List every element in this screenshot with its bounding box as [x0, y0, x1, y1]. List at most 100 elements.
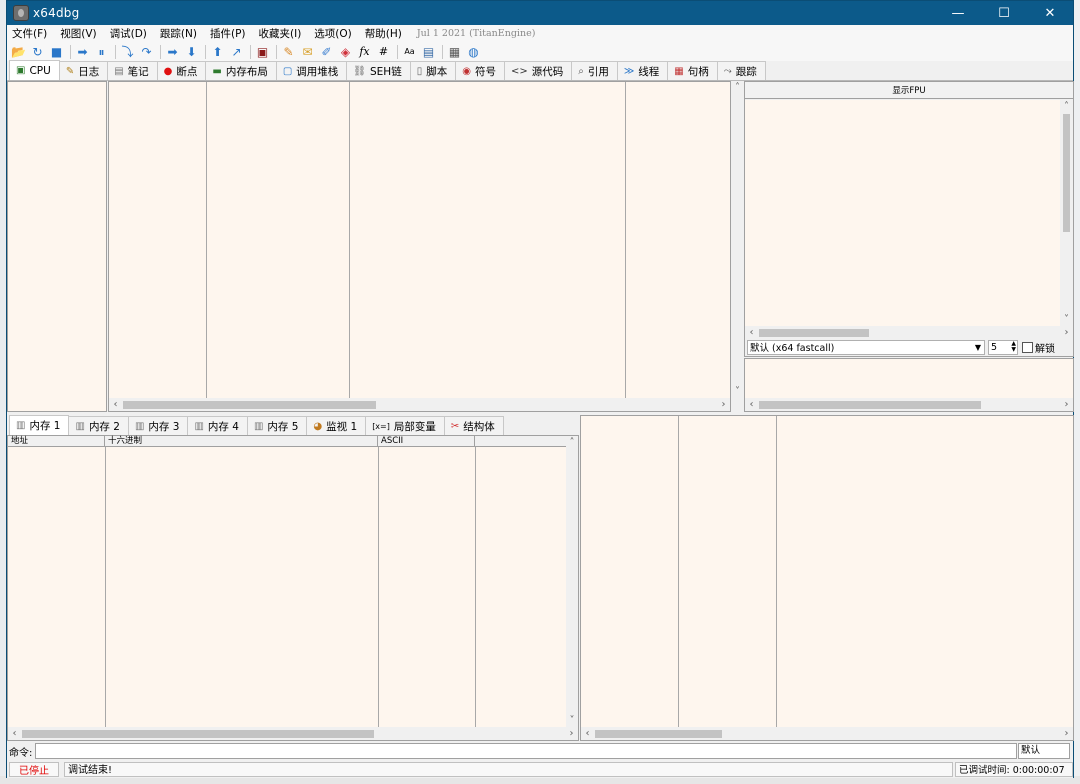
hash-icon[interactable]: #	[375, 43, 392, 60]
restart-icon[interactable]: ↻	[29, 43, 46, 60]
scroll-thumb[interactable]	[759, 401, 981, 409]
argument-count-spinbox[interactable]: 5 ▲ ▼	[988, 339, 1018, 355]
tab-dump-5[interactable]: ▥ 内存 5	[246, 416, 308, 435]
column-address[interactable]: 地址	[8, 436, 105, 447]
column-extra[interactable]	[475, 436, 568, 447]
unlock-checkbox[interactable]	[1022, 341, 1033, 353]
strings-icon[interactable]: Aa	[401, 43, 418, 60]
trace-into-icon[interactable]: ➡	[164, 43, 181, 60]
command-input[interactable]	[35, 743, 1017, 759]
dump-hscrollbar[interactable]: ‹ ›	[8, 727, 578, 740]
menu-plugins[interactable]: 插件(P)	[210, 26, 246, 41]
trace-over-icon[interactable]: ⬇	[183, 43, 200, 60]
comment-icon[interactable]: ✉	[299, 43, 316, 60]
globe-icon[interactable]: ◍	[465, 43, 482, 60]
column-hex[interactable]: 十六进制	[105, 436, 378, 447]
scroll-right-icon[interactable]: ›	[717, 398, 730, 411]
scroll-up-icon[interactable]: ˄	[1060, 100, 1073, 113]
label-icon[interactable]: ✐	[318, 43, 335, 60]
tab-dump-1[interactable]: ▥ 内存 1	[9, 415, 70, 435]
tab-threads[interactable]: ≫ 线程	[616, 61, 669, 80]
scroll-down-icon[interactable]: ˅	[1060, 313, 1073, 326]
scroll-right-icon[interactable]: ›	[1060, 398, 1073, 411]
scroll-right-icon[interactable]: ›	[565, 727, 578, 740]
memory-dump-pane[interactable]: 地址 十六进制 ASCII ˄ ˅ ‹ ›	[7, 435, 579, 741]
tab-source[interactable]: <> 源代码	[503, 61, 573, 80]
scylla-icon[interactable]: ▣	[254, 43, 271, 60]
tab-breakpoints[interactable]: ● 断点	[156, 61, 207, 80]
bookmark-icon[interactable]: ◈	[337, 43, 354, 60]
tab-locals[interactable]: [x=] 局部变量	[365, 416, 445, 435]
open-icon[interactable]: 📂	[10, 43, 27, 60]
scroll-thumb[interactable]	[759, 329, 869, 337]
title-bar[interactable]: x64dbg — ☐ ✕	[7, 1, 1073, 25]
command-mode-select[interactable]: 默认	[1018, 743, 1070, 759]
scroll-left-icon[interactable]: ‹	[109, 398, 122, 411]
maximize-button[interactable]: ☐	[981, 1, 1027, 25]
spin-arrows-icon[interactable]: ▲ ▼	[1011, 341, 1017, 353]
tab-trace[interactable]: ⤳ 跟踪	[716, 61, 766, 80]
arguments-pane[interactable]: ‹ ›	[744, 358, 1074, 412]
menu-file[interactable]: 文件(F)	[12, 26, 47, 41]
tab-cpu[interactable]: ▣ CPU	[9, 60, 60, 80]
arguments-hscrollbar[interactable]: ‹ ›	[745, 398, 1073, 411]
step-into-icon[interactable]: ⤵	[119, 43, 136, 60]
menu-debug[interactable]: 调试(D)	[110, 26, 147, 41]
execute-till-return-icon[interactable]: ⬆	[209, 43, 226, 60]
registers-vscrollbar[interactable]: ˄ ˅	[1060, 100, 1073, 326]
tab-seh[interactable]: ⛓ SEH链	[346, 61, 411, 80]
stack-hscrollbar[interactable]: ‹ ›	[581, 727, 1073, 740]
scroll-thumb[interactable]	[22, 730, 374, 738]
scroll-down-icon[interactable]: ˅	[731, 385, 744, 398]
scroll-left-icon[interactable]: ‹	[745, 398, 758, 411]
scroll-up-icon[interactable]: ˄	[731, 81, 744, 94]
scroll-up-icon[interactable]: ˄	[566, 436, 578, 449]
close-button[interactable]: ✕	[1027, 1, 1073, 25]
tab-dump-2[interactable]: ▥ 内存 2	[68, 416, 129, 435]
memory-icon[interactable]: ▦	[446, 43, 463, 60]
pause-icon[interactable]: ⏸	[93, 43, 110, 60]
scroll-right-icon[interactable]: ›	[1060, 727, 1073, 740]
scroll-thumb[interactable]	[123, 401, 376, 409]
calling-convention-select[interactable]: 默认 (x64 fastcall) ▼	[747, 339, 985, 355]
function-icon[interactable]: fx	[356, 43, 373, 60]
dump-vscrollbar[interactable]: ˄ ˅	[566, 436, 578, 727]
tab-struct[interactable]: ✂ 结构体	[443, 416, 504, 435]
menu-help[interactable]: 帮助(H)	[365, 26, 402, 41]
patch-icon[interactable]: ✎	[280, 43, 297, 60]
stack-pane[interactable]: ‹ ›	[580, 415, 1074, 741]
registers-view[interactable]	[745, 100, 1060, 326]
menu-view[interactable]: 视图(V)	[60, 26, 96, 41]
tab-call-stack[interactable]: ▢ 调用堆栈	[275, 61, 348, 80]
run-to-user-code-icon[interactable]: ↗	[228, 43, 245, 60]
show-fpu-toggle[interactable]: 显示FPU	[745, 82, 1073, 99]
stop-icon[interactable]: ■	[48, 43, 65, 60]
disassembly-vscrollbar[interactable]: ˄ ˅	[731, 81, 745, 412]
column-ascii[interactable]: ASCII	[378, 436, 475, 447]
disassembly-pane[interactable]: ‹ ›	[108, 81, 731, 412]
scroll-left-icon[interactable]: ‹	[8, 727, 21, 740]
tab-symbols[interactable]: ◉ 符号	[455, 61, 505, 80]
scroll-thumb[interactable]	[595, 730, 722, 738]
menu-trace[interactable]: 跟踪(N)	[160, 26, 197, 41]
menu-options[interactable]: 选项(O)	[314, 26, 351, 41]
scroll-left-icon[interactable]: ‹	[581, 727, 594, 740]
calculator-icon[interactable]: ▤	[420, 43, 437, 60]
tab-handles[interactable]: ▦ 句柄	[667, 61, 718, 80]
tab-log[interactable]: ✎ 日志	[58, 61, 109, 80]
cpu-sidebar-pane[interactable]	[7, 81, 107, 412]
minimize-button[interactable]: —	[935, 1, 981, 25]
scroll-thumb[interactable]	[1063, 114, 1070, 232]
tab-dump-4[interactable]: ▥ 内存 4	[187, 416, 248, 435]
tab-dump-3[interactable]: ▥ 内存 3	[127, 416, 189, 435]
menu-favourites[interactable]: 收藏夹(I)	[259, 26, 302, 41]
disassembly-hscrollbar[interactable]: ‹ ›	[109, 398, 730, 411]
step-over-icon[interactable]: ↷	[138, 43, 155, 60]
scroll-down-icon[interactable]: ˅	[566, 714, 578, 727]
tab-memory-map[interactable]: ▬ 内存布局	[205, 61, 277, 80]
tab-references[interactable]: ⌕ 引用	[571, 61, 618, 80]
tab-watch-1[interactable]: ◕ 监视 1	[306, 416, 367, 435]
tab-script[interactable]: ▯ 脚本	[409, 61, 457, 80]
run-icon[interactable]: ➡	[74, 43, 91, 60]
tab-notes[interactable]: ▤ 笔记	[107, 61, 158, 80]
